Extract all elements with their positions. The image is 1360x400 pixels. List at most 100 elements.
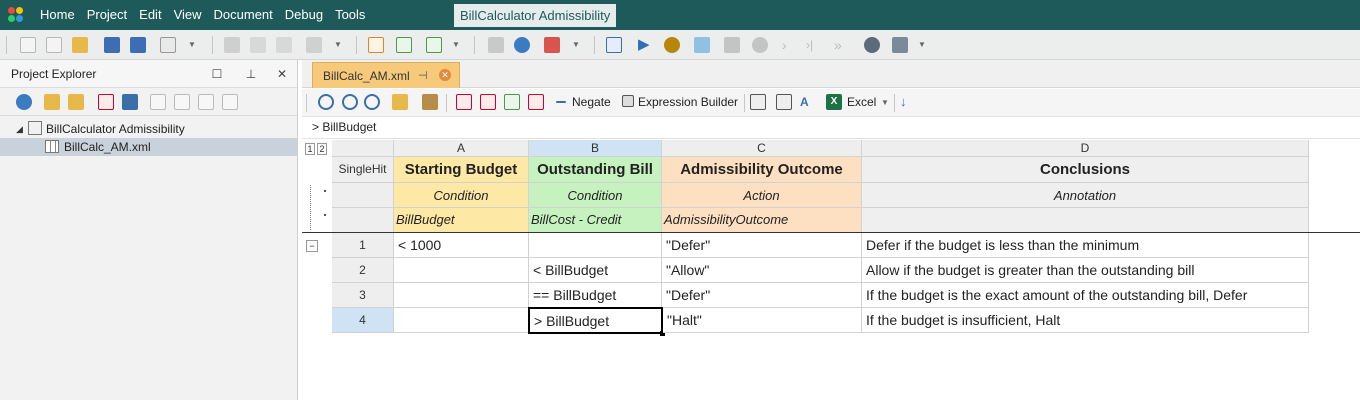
row-header[interactable]: 1 xyxy=(332,233,394,258)
tree-item-file[interactable]: BillCalc_AM.xml xyxy=(0,138,297,156)
new-folder-icon[interactable] xyxy=(44,94,60,110)
spellcheck-dropdown-icon[interactable]: ▼ xyxy=(334,40,342,49)
header-title-starting-budget[interactable]: Starting Budget xyxy=(394,157,529,183)
negate-minus-icon[interactable] xyxy=(556,101,566,103)
expression-builder-button[interactable]: Expression Builder xyxy=(638,95,738,109)
row-header[interactable]: 4 xyxy=(332,308,394,333)
table-cell[interactable]: < 1000 xyxy=(394,233,529,258)
excel-icon[interactable]: X xyxy=(826,94,842,110)
copy-file-icon[interactable] xyxy=(198,94,214,110)
header-expression-conclusions[interactable] xyxy=(862,208,1309,233)
close-tab-icon[interactable]: ✕ xyxy=(439,69,451,81)
expression-builder-icon[interactable] xyxy=(622,95,634,107)
run-icon[interactable]: ▶ xyxy=(638,37,654,53)
hit-policy-label[interactable]: SingleHit xyxy=(332,157,394,183)
table-cell[interactable]: Defer if the budget is less than the min… xyxy=(862,233,1309,258)
continue-icon[interactable]: » xyxy=(834,37,850,53)
sync-icon[interactable] xyxy=(16,94,32,110)
table-cell[interactable]: "Defer" xyxy=(662,283,862,308)
package-dropdown-icon[interactable]: ▼ xyxy=(572,40,580,49)
formula-bar[interactable]: > BillBudget xyxy=(302,117,1360,139)
test-flask-icon[interactable] xyxy=(694,37,710,53)
remove-icon[interactable] xyxy=(98,94,114,110)
excel-dropdown-icon[interactable]: ▼ xyxy=(881,98,889,107)
table-cell[interactable]: == BillBudget xyxy=(529,283,662,308)
save-all-icon[interactable] xyxy=(130,37,146,53)
properties-icon[interactable] xyxy=(750,94,766,110)
delete-column-icon[interactable] xyxy=(456,94,472,110)
open-project-icon[interactable] xyxy=(46,37,62,53)
tools-dropdown-icon[interactable]: ▼ xyxy=(918,40,926,49)
table-cell[interactable]: < BillBudget xyxy=(529,258,662,283)
group-level-1-button[interactable]: 1 xyxy=(305,143,315,155)
menu-view[interactable]: View xyxy=(168,0,208,30)
export-dropdown-icon[interactable]: ▼ xyxy=(188,40,196,49)
group-level-2-button[interactable]: 2 xyxy=(317,143,327,155)
cut-icon[interactable] xyxy=(224,37,240,53)
menu-debug[interactable]: Debug xyxy=(279,0,329,30)
step-over-icon[interactable]: › xyxy=(782,37,798,53)
validate-icon[interactable] xyxy=(426,37,442,53)
import-file-icon[interactable] xyxy=(174,94,190,110)
cancel-icon[interactable] xyxy=(752,37,768,53)
insert-column-icon[interactable] xyxy=(480,94,496,110)
rename-pencil-icon[interactable] xyxy=(122,94,138,110)
debug-bug-icon[interactable] xyxy=(664,37,680,53)
menu-document[interactable]: Document xyxy=(208,0,279,30)
lock-settings-icon[interactable] xyxy=(864,37,880,53)
header-expression-budget[interactable]: BillBudget xyxy=(394,208,529,233)
pin-icon[interactable]: ⊥ xyxy=(244,67,258,81)
table-cell[interactable]: If the budget is the exact amount of the… xyxy=(862,283,1309,308)
insert-row-icon[interactable] xyxy=(504,94,520,110)
new-project-icon[interactable] xyxy=(20,37,36,53)
column-header-a[interactable]: A xyxy=(394,140,529,157)
header-type-action[interactable]: Action xyxy=(662,183,862,208)
delete-file-icon[interactable] xyxy=(222,94,238,110)
paste-icon[interactable] xyxy=(276,37,292,53)
header-title-conclusions[interactable]: Conclusions xyxy=(862,157,1309,183)
menu-project[interactable]: Project xyxy=(81,0,133,30)
collapse-group-button[interactable]: − xyxy=(306,240,318,252)
table-cell[interactable]: "Halt" xyxy=(663,308,862,333)
package-icon[interactable] xyxy=(544,37,560,53)
active-table-cell[interactable]: > BillBudget xyxy=(528,307,663,334)
header-type-annotation[interactable]: Annotation xyxy=(862,183,1309,208)
menu-edit[interactable]: Edit xyxy=(133,0,167,30)
zoom-out-icon[interactable] xyxy=(342,94,358,110)
font-icon[interactable]: A xyxy=(800,94,816,110)
validate-dropdown-icon[interactable]: ▼ xyxy=(452,40,460,49)
image-icon[interactable] xyxy=(392,94,408,110)
table-cell[interactable]: "Defer" xyxy=(662,233,862,258)
negate-button[interactable]: Negate xyxy=(572,95,611,109)
header-title-outstanding-bill[interactable]: Outstanding Bill xyxy=(529,157,662,183)
header-expression-outcome[interactable]: AdmissibilityOutcome xyxy=(662,208,862,233)
zoom-reset-icon[interactable] xyxy=(364,94,380,110)
new-document-icon[interactable] xyxy=(368,37,384,53)
pin-icon[interactable]: ⊣ xyxy=(418,69,428,82)
header-expression-bill[interactable]: BillCost - Credit xyxy=(529,208,662,233)
row-header[interactable]: 2 xyxy=(332,258,394,283)
upload-icon[interactable] xyxy=(514,37,530,53)
expand-arrow-icon[interactable]: ◢ xyxy=(16,120,23,138)
magic-wand-icon[interactable] xyxy=(422,94,438,110)
delete-row-icon[interactable] xyxy=(528,94,544,110)
table-cell[interactable]: "Allow" xyxy=(662,258,862,283)
close-icon[interactable]: ✕ xyxy=(275,67,289,81)
console-icon[interactable] xyxy=(606,37,622,53)
spellcheck-icon[interactable] xyxy=(306,37,322,53)
table-cell[interactable] xyxy=(394,308,529,333)
menu-tools[interactable]: Tools xyxy=(329,0,371,30)
table-cell[interactable] xyxy=(394,258,529,283)
tree-item-project[interactable]: ◢ BillCalculator Admissibility xyxy=(0,120,297,138)
table-cell[interactable] xyxy=(394,283,529,308)
table-cell[interactable]: If the budget is insufficient, Halt xyxy=(862,308,1309,333)
table-cell[interactable]: Allow if the budget is greater than the … xyxy=(862,258,1309,283)
header-type-condition[interactable]: Condition xyxy=(529,183,662,208)
export-icon[interactable] xyxy=(160,37,176,53)
header-title-admissibility-outcome[interactable]: Admissibility Outcome xyxy=(662,157,862,183)
stop-icon[interactable] xyxy=(724,37,740,53)
copy-icon[interactable] xyxy=(250,37,266,53)
step-into-icon[interactable]: ›| xyxy=(806,37,822,53)
column-header-d[interactable]: D xyxy=(862,140,1309,157)
new-file-icon[interactable] xyxy=(150,94,166,110)
